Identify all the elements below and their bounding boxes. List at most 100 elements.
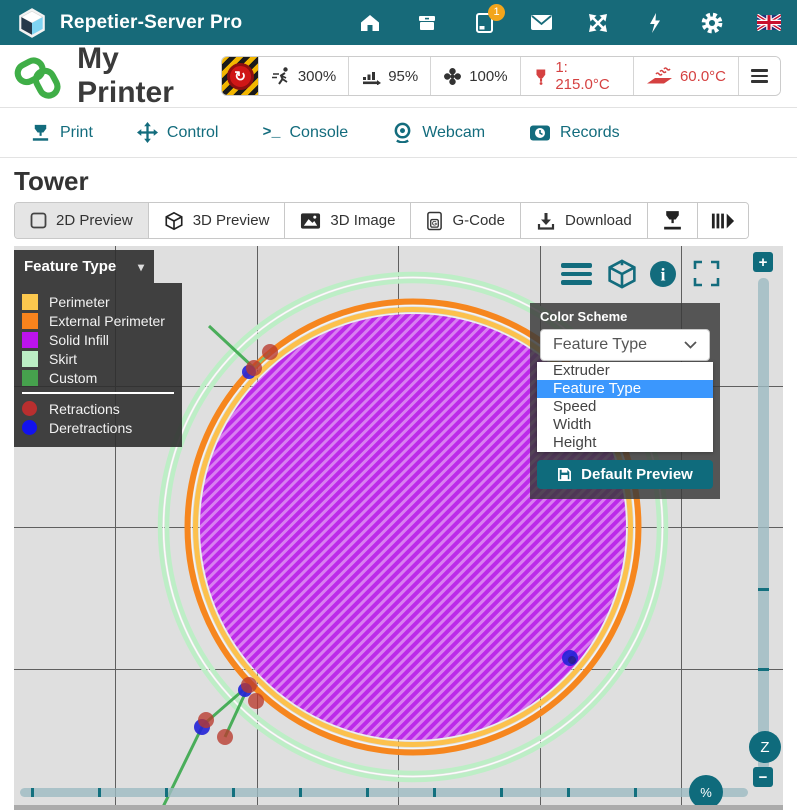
fan-icon [443,67,462,86]
color-swatch [22,313,38,329]
legend-dropdown[interactable]: Feature Type ▾ [14,250,154,283]
bed-temperature[interactable]: 60.0°C [633,57,738,95]
stripes-play-icon [711,211,735,231]
gcode-2d-preview[interactable]: Feature Type ▾ Perimeter External Perime… [14,246,783,810]
svg-text:i: i [660,265,665,285]
option-feature-type[interactable]: Feature Type [537,380,713,398]
legend-label: Retractions [49,401,120,417]
legend-item: Custom [22,368,182,387]
3d-preview-button[interactable]: 3D Preview [148,203,285,238]
color-scheme-options: Extruder Feature Type Speed Width Height [537,362,713,452]
legend-item: Perimeter [22,292,182,311]
horizontal-scrollbar-mark [31,788,34,797]
horizontal-scrollbar[interactable] [20,788,748,797]
home-icon[interactable] [358,11,382,35]
printer-header: My Printer ↻ 300% 95% [0,45,797,108]
vertical-scrollbar-mark [758,588,769,591]
settings-gear-icon[interactable] [700,11,724,35]
flow-multiplier[interactable]: 95% [348,57,430,95]
notification-badge: 1 [488,4,505,21]
color-scheme-select[interactable]: Feature Type [540,329,710,361]
legend-label: Solid Infill [49,332,109,348]
tab-control-label: Control [167,124,219,142]
extruder-temperature[interactable]: 1: 215.0°C [520,57,633,95]
quick-commands-icon[interactable] [643,11,667,35]
fan-value: 100% [469,68,507,85]
tab-print[interactable]: Print [30,122,93,143]
cube-icon [164,211,184,231]
extruder-icon [533,67,549,86]
flow-value: 95% [388,68,418,85]
horizontal-scrollbar-mark [567,788,570,797]
tab-webcam-label: Webcam [422,124,485,142]
legend-label: External Perimeter [49,313,165,329]
preview-menu-icon[interactable] [561,263,592,285]
percent-button[interactable]: % [689,775,723,809]
option-width[interactable]: Width [537,416,713,434]
emergency-stop-button[interactable]: ↻ [222,57,257,95]
bolt-glyph [648,12,662,34]
tab-print-label: Print [60,124,93,142]
archive-box-icon[interactable] [415,11,439,35]
legend-item: External Perimeter [22,311,182,330]
default-preview-button[interactable]: Default Preview [537,460,713,489]
messages-icon[interactable] [529,11,553,35]
envelope-glyph [530,14,553,31]
3d-preview-label: 3D Preview [193,212,270,229]
3d-image-label: 3D Image [330,212,395,229]
tab-console[interactable]: >_ Console [262,124,348,142]
vertical-scrollbar[interactable] [758,278,769,770]
printer-tabs: Print Control >_ Console Webcam Records [0,108,797,158]
tab-records-label: Records [560,124,620,142]
horizontal-scrollbar-mark [500,788,503,797]
horizontal-scrollbar-mark [232,788,235,797]
tab-control[interactable]: Control [137,122,219,143]
chevron-down-icon [684,341,697,349]
bed-temp-value: 60.0°C [680,68,726,85]
preview-3d-cube-icon[interactable] [606,258,638,290]
3d-image-button[interactable]: 3D Image [284,203,410,238]
option-height[interactable]: Height [537,434,713,452]
heated-bed-icon [646,67,673,86]
fit-screen-icon[interactable] [693,260,720,287]
fan-speed[interactable]: 100% [430,57,519,95]
color-scheme-panel: Color Scheme Feature Type Extruder Featu… [530,303,720,499]
info-icon[interactable]: i [649,260,677,288]
repetier-logo-icon [16,7,48,39]
zoom-out-button[interactable]: − [753,767,773,787]
print-file-button[interactable] [647,203,697,238]
main-content: Tower 2D Preview 3D Preview 3D Image [0,166,797,810]
app-title: Repetier-Server Pro [60,12,242,34]
zoom-in-button[interactable]: + [753,252,773,272]
page-title: Tower [14,166,783,196]
speed-multiplier[interactable]: 300% [258,57,348,95]
tab-webcam[interactable]: Webcam [392,122,485,143]
download-button[interactable]: Download [520,203,647,238]
option-speed[interactable]: Speed [537,398,713,416]
printer-status-bar: ↻ 300% 95% [221,56,781,96]
tab-records[interactable]: Records [529,123,620,142]
printers-icon[interactable]: 1 [472,11,496,35]
nozzle-icon [661,209,684,232]
expand-glyph [587,12,609,34]
continuous-print-button[interactable] [697,203,748,238]
gcode-button[interactable]: G G-Code [410,203,520,238]
webcam-icon [392,122,413,143]
printer-menu-button[interactable] [738,57,780,95]
view-button-group: 2D Preview 3D Preview 3D Image G G-Code [14,202,749,239]
color-scheme-selected-value: Feature Type [553,336,647,354]
fullscreen-icon[interactable] [586,11,610,35]
z-axis-button[interactable]: Z [749,731,781,763]
language-flag-icon[interactable] [757,11,781,35]
horizontal-scrollbar-mark [433,788,436,797]
2d-preview-button[interactable]: 2D Preview [15,203,148,238]
horizontal-scrollbar-mark [165,788,168,797]
legend-label: Deretractions [49,420,132,436]
chevron-down-icon: ▾ [138,260,144,274]
color-swatch [22,370,38,386]
printer-name: My Printer [77,42,221,110]
horizontal-scrollbar-mark [299,788,302,797]
option-extruder[interactable]: Extruder [537,362,713,380]
legend-title: Feature Type [24,258,116,275]
download-icon [536,211,556,231]
